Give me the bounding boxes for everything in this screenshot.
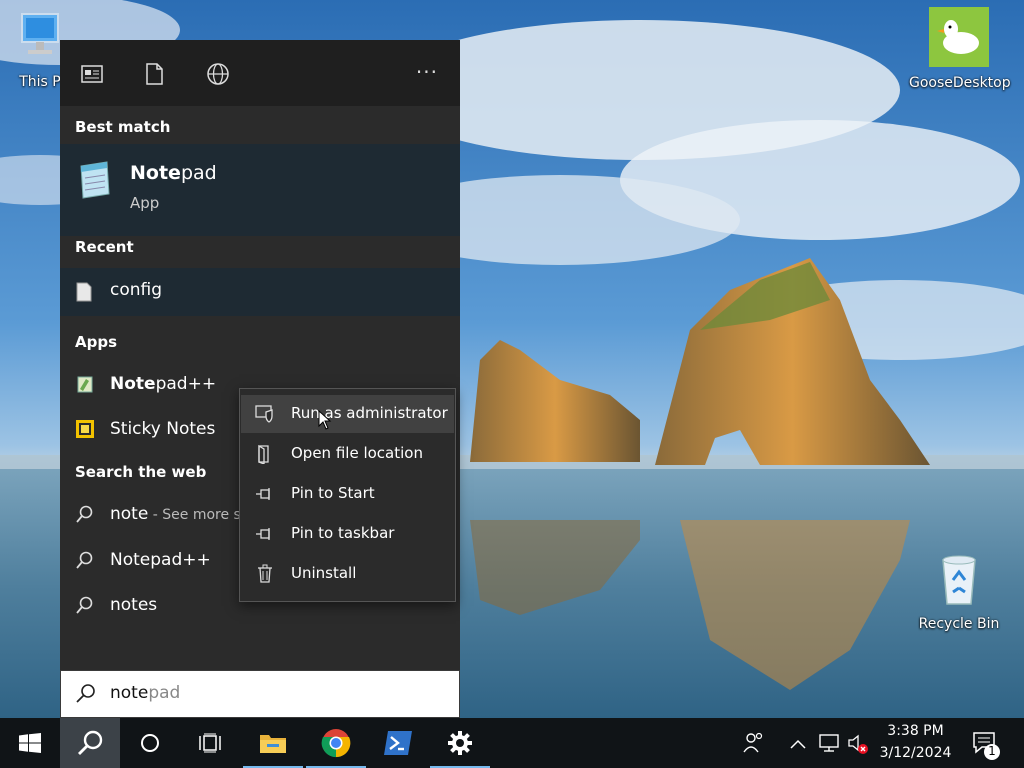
notepad-icon bbox=[75, 160, 113, 204]
menu-item-label: Open file location bbox=[291, 444, 423, 462]
file-icon bbox=[76, 282, 92, 306]
pin-to-start-menu-item[interactable]: Pin to Start bbox=[241, 475, 454, 513]
windows-icon bbox=[19, 733, 41, 753]
powershell-icon bbox=[384, 731, 412, 755]
clock-time[interactable]: 3:38 PM bbox=[868, 723, 963, 739]
task-view-button[interactable] bbox=[180, 718, 240, 768]
sticky-notes-icon bbox=[76, 420, 94, 438]
pin-icon bbox=[255, 484, 275, 504]
powershell-button[interactable] bbox=[368, 718, 428, 768]
recent-heading: Recent bbox=[75, 238, 134, 256]
search-panel-toolbar: ··· bbox=[60, 40, 460, 106]
more-options-button[interactable]: ··· bbox=[416, 60, 438, 84]
search-icon bbox=[76, 551, 94, 569]
folder-location-icon bbox=[255, 444, 275, 465]
documents-view-icon[interactable] bbox=[80, 62, 104, 86]
search-icon bbox=[78, 730, 103, 755]
run-as-admin-menu-item[interactable]: Run as administrator bbox=[241, 395, 454, 433]
menu-item-label: Run as administrator bbox=[291, 404, 448, 422]
web-item-label: notes bbox=[110, 595, 158, 615]
taskbar-search-button[interactable] bbox=[60, 718, 120, 768]
best-match-title: Notepad bbox=[130, 162, 217, 184]
context-menu: Run as administrator Open file location … bbox=[239, 388, 456, 602]
taskbar: 3:38 PM 3/12/2024 1 bbox=[0, 718, 1024, 768]
chrome-button[interactable] bbox=[306, 718, 366, 768]
clock-date[interactable]: 3/12/2024 bbox=[868, 745, 963, 761]
folder-icon bbox=[260, 735, 286, 753]
best-match-subtitle: App bbox=[130, 194, 160, 212]
notification-center-button[interactable]: 1 bbox=[970, 731, 1004, 765]
goose-icon bbox=[909, 7, 1009, 71]
app-item-label: Notepad++ bbox=[110, 374, 217, 394]
settings-button[interactable] bbox=[430, 718, 490, 768]
notification-count: 1 bbox=[988, 744, 996, 758]
web-item-label: Notepad++ bbox=[110, 550, 211, 570]
menu-item-label: Pin to Start bbox=[291, 484, 375, 502]
desktop-icon-recycle-bin[interactable]: Recycle Bin bbox=[909, 552, 1009, 632]
desktop-icon-label: Recycle Bin bbox=[918, 616, 1000, 632]
globe-icon[interactable] bbox=[206, 62, 230, 86]
task-view-icon bbox=[199, 733, 221, 753]
search-query: notepad bbox=[110, 683, 181, 703]
desktop-icon-label: GooseDesktop bbox=[909, 75, 1011, 91]
search-input[interactable]: notepad bbox=[60, 670, 460, 718]
pin-to-taskbar-menu-item[interactable]: Pin to taskbar bbox=[241, 515, 454, 553]
search-icon bbox=[76, 596, 94, 614]
app-item-label: Sticky Notes bbox=[110, 419, 216, 439]
file-explorer-button[interactable] bbox=[243, 718, 303, 768]
open-file-location-menu-item[interactable]: Open file location bbox=[241, 435, 454, 473]
mouse-cursor-icon bbox=[318, 409, 332, 430]
best-match-heading: Best match bbox=[75, 118, 171, 136]
cortana-icon bbox=[141, 734, 159, 752]
notepadpp-icon bbox=[76, 375, 94, 393]
network-icon[interactable] bbox=[818, 733, 840, 757]
apps-heading: Apps bbox=[75, 333, 118, 351]
chrome-icon bbox=[321, 729, 351, 758]
search-panel: ··· Best match Notepad App Recent config… bbox=[60, 40, 460, 718]
recent-item[interactable]: config bbox=[60, 268, 460, 316]
search-web-heading: Search the web bbox=[75, 463, 207, 481]
uninstall-menu-item[interactable]: Uninstall bbox=[241, 555, 454, 593]
volume-muted-icon[interactable] bbox=[847, 733, 869, 759]
menu-item-label: Uninstall bbox=[291, 564, 357, 582]
cortana-button[interactable] bbox=[120, 718, 180, 768]
menu-item-label: Pin to taskbar bbox=[291, 524, 395, 542]
pin-icon bbox=[255, 524, 275, 544]
recycle-bin-icon bbox=[909, 552, 1009, 612]
shield-icon bbox=[255, 404, 275, 424]
chevron-up-icon[interactable] bbox=[790, 735, 806, 754]
search-icon bbox=[76, 683, 96, 707]
people-icon[interactable] bbox=[742, 732, 766, 758]
web-item-label: note - See more s bbox=[110, 504, 241, 524]
document-icon[interactable] bbox=[142, 62, 166, 86]
recent-item-label: config bbox=[110, 280, 163, 300]
desktop-icon-goose[interactable]: GooseDesktop bbox=[909, 7, 1011, 91]
start-button[interactable] bbox=[0, 718, 60, 768]
trash-icon bbox=[255, 564, 275, 584]
search-icon bbox=[76, 505, 94, 523]
best-match-item[interactable]: Notepad App bbox=[60, 144, 460, 236]
gear-icon bbox=[448, 731, 472, 755]
